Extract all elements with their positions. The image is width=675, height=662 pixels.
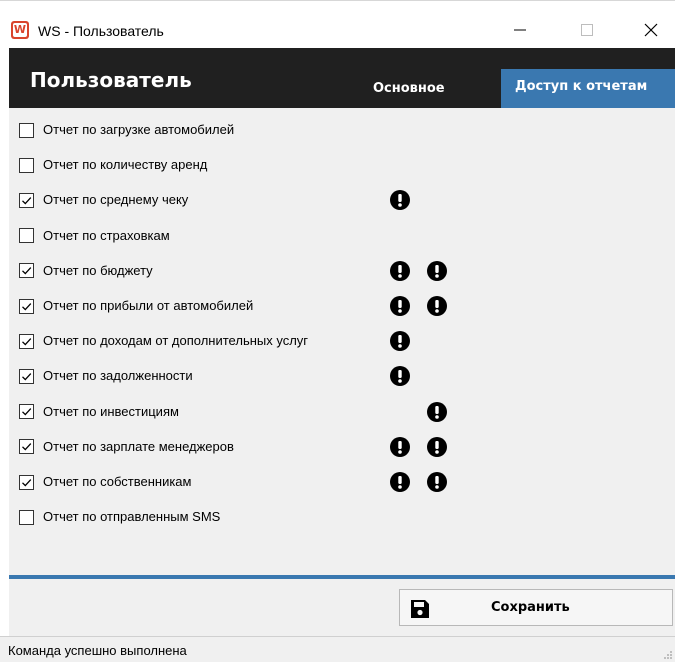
save-button[interactable]: Сохранить <box>399 589 673 626</box>
status-text: Команда успешно выполнена <box>8 643 187 658</box>
exclamation-circle-icon <box>427 260 447 281</box>
close-button[interactable] <box>626 12 675 48</box>
exclamation-circle-icon <box>427 401 447 422</box>
report-label: Отчет по бюджету <box>43 262 153 278</box>
report-label: Отчет по собственникам <box>43 474 192 489</box>
status-bar: Команда успешно выполнена <box>0 636 675 662</box>
report-label: Отчет по количеству аренд <box>43 157 208 173</box>
report-row[interactable]: Отчет по отправленным SMS <box>19 507 220 527</box>
exclamation-circle-icon <box>390 296 410 316</box>
report-label: Отчет по задолженности <box>43 368 193 384</box>
user-window: W WS - Пользователь Пользователь Основно… <box>0 0 675 662</box>
report-row[interactable]: Отчет по задолженности <box>19 366 193 386</box>
maximize-button[interactable] <box>562 12 612 48</box>
page-header: Пользователь Основное Доступ к отчетам <box>9 48 675 108</box>
report-row[interactable]: Отчет по страховкам <box>19 226 170 246</box>
report-checkbox[interactable] <box>19 122 34 138</box>
report-label: Отчет по прибыли от автомобилей <box>43 298 254 313</box>
save-button-label: Сохранить <box>491 600 570 615</box>
checkmark-icon <box>22 267 32 275</box>
report-row[interactable]: Отчет по прибыли от автомобилей <box>19 296 253 316</box>
report-list: Отчет по загрузке автомобилей Отчет по ко… <box>9 108 675 575</box>
exclamation-circle-icon <box>427 436 447 457</box>
close-icon <box>644 23 658 37</box>
report-label: Отчет по зарплате менеджеров <box>43 438 234 454</box>
exclamation-circle-icon <box>390 260 410 281</box>
checkmark-icon <box>22 443 32 451</box>
report-label: Отчет по отправленным SMS <box>43 509 221 525</box>
report-row[interactable]: Отчет по зарплате менеджеров <box>19 437 234 457</box>
report-row[interactable]: Отчет по собственникам <box>19 472 191 492</box>
checkmark-icon <box>22 478 32 487</box>
title-bar[interactable]: W WS - Пользователь <box>0 0 675 47</box>
report-label: Отчет по среднему чеку <box>43 192 189 208</box>
report-checkbox[interactable] <box>19 228 34 244</box>
minimize-button[interactable] <box>495 12 545 48</box>
report-checkbox[interactable] <box>19 509 34 525</box>
exclamation-circle-icon <box>390 331 410 352</box>
app-logo-icon: W <box>11 21 29 39</box>
report-checkbox[interactable] <box>19 474 34 490</box>
report-label: Отчет по страховкам <box>43 227 170 243</box>
window-title: WS - Пользователь <box>38 23 164 39</box>
checkmark-icon <box>22 302 32 311</box>
report-label: Отчет по загрузке автомобилей <box>43 122 235 137</box>
report-row[interactable]: Отчет по инвестициям <box>19 402 179 422</box>
exclamation-circle-icon <box>390 472 410 492</box>
report-checkbox[interactable] <box>19 368 34 384</box>
report-checkbox[interactable] <box>19 439 34 455</box>
minimize-icon <box>514 29 526 31</box>
tab-main[interactable]: Основное <box>373 78 445 100</box>
report-row[interactable]: Отчет по доходам от дополнительных услуг <box>19 331 308 351</box>
maximize-icon <box>581 24 593 36</box>
window-left-edge <box>0 47 9 636</box>
report-checkbox[interactable] <box>19 157 34 173</box>
exclamation-circle-icon <box>390 190 410 211</box>
report-checkbox[interactable] <box>19 263 34 279</box>
exclamation-circle-icon <box>427 296 447 316</box>
checkmark-icon <box>22 337 32 346</box>
report-row[interactable]: Отчет по загрузке автомобилей <box>19 120 234 140</box>
report-label: Отчет по инвестициям <box>43 403 179 419</box>
exclamation-circle-icon <box>390 366 410 387</box>
footer: Сохранить <box>9 579 675 636</box>
checkmark-icon <box>22 197 32 205</box>
tab-report-access[interactable]: Доступ к отчетам <box>501 69 675 108</box>
report-row[interactable]: Отчет по бюджету <box>19 261 153 281</box>
exclamation-circle-icon <box>427 472 447 492</box>
report-label: Отчет по доходам от дополнительных услуг <box>43 333 309 349</box>
report-checkbox[interactable] <box>19 404 34 420</box>
report-checkbox[interactable] <box>19 192 34 208</box>
tab-report-access-label: Доступ к отчетам <box>515 79 648 94</box>
report-row[interactable]: Отчет по количеству аренд <box>19 155 207 175</box>
checkmark-icon <box>22 373 32 381</box>
exclamation-circle-icon <box>390 436 410 457</box>
checkmark-icon <box>22 408 32 416</box>
report-checkbox[interactable] <box>19 333 34 349</box>
resize-grip-icon[interactable] <box>663 650 673 660</box>
page-title: Пользователь <box>30 68 192 92</box>
report-row[interactable]: Отчет по среднему чеку <box>19 190 188 210</box>
floppy-disk-icon <box>411 600 429 618</box>
report-checkbox[interactable] <box>19 298 34 314</box>
